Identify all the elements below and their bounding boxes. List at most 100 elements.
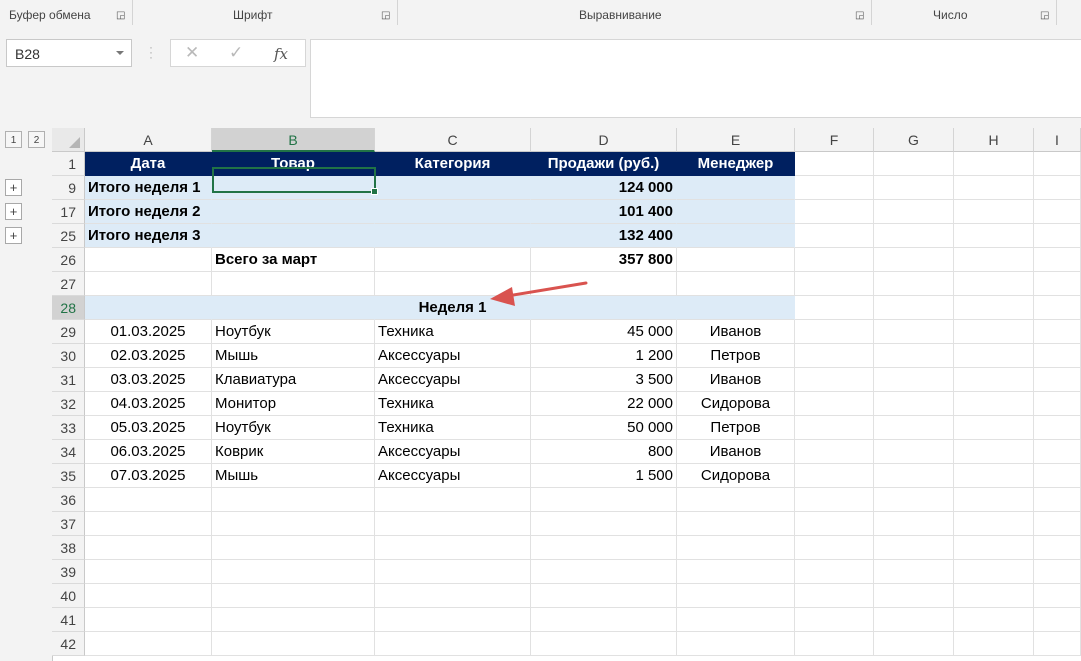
cell-h40[interactable] — [954, 584, 1034, 608]
cell-a27[interactable] — [85, 272, 212, 296]
cell-c30[interactable]: Аксессуары — [375, 344, 531, 368]
cell-i17[interactable] — [1034, 200, 1081, 224]
cell-h30[interactable] — [954, 344, 1034, 368]
drag-handle-icon[interactable]: · · · — [149, 41, 153, 63]
row-header[interactable]: 34 — [52, 440, 85, 464]
cell-a42[interactable] — [85, 632, 212, 656]
cell-d42[interactable] — [531, 632, 677, 656]
cell-d28[interactable] — [531, 296, 677, 320]
row-header[interactable]: 30 — [52, 344, 85, 368]
cell-g1[interactable] — [874, 152, 954, 176]
cell-a28[interactable] — [85, 296, 212, 320]
cell-e32[interactable]: Сидорова — [677, 392, 795, 416]
cell-f1[interactable] — [795, 152, 874, 176]
active-cell-selection[interactable] — [212, 167, 378, 195]
cell-c41[interactable] — [375, 608, 531, 632]
cell-d40[interactable] — [531, 584, 677, 608]
cell-d27[interactable] — [531, 272, 677, 296]
fill-handle[interactable] — [371, 188, 378, 195]
cell-b36[interactable] — [212, 488, 375, 512]
cell-b32[interactable]: Монитор — [212, 392, 375, 416]
name-box-dropdown-icon[interactable] — [116, 51, 124, 55]
cell-i39[interactable] — [1034, 560, 1081, 584]
cell-g41[interactable] — [874, 608, 954, 632]
cell-b35[interactable]: Мышь — [212, 464, 375, 488]
enter-icon[interactable]: ✓ — [229, 43, 243, 63]
cell-i32[interactable] — [1034, 392, 1081, 416]
column-header-c[interactable]: C — [375, 128, 531, 152]
cell-g39[interactable] — [874, 560, 954, 584]
cell-i1[interactable] — [1034, 152, 1081, 176]
cell-g31[interactable] — [874, 368, 954, 392]
row-header[interactable]: 40 — [52, 584, 85, 608]
cell-g36[interactable] — [874, 488, 954, 512]
cell-i35[interactable] — [1034, 464, 1081, 488]
cell-c42[interactable] — [375, 632, 531, 656]
expand-group-icon[interactable]: + — [5, 203, 22, 220]
cell-a39[interactable] — [85, 560, 212, 584]
cell-b30[interactable]: Мышь — [212, 344, 375, 368]
cell-i25[interactable] — [1034, 224, 1081, 248]
cell-b25[interactable] — [212, 224, 375, 248]
cell-c31[interactable]: Аксессуары — [375, 368, 531, 392]
cell-i38[interactable] — [1034, 536, 1081, 560]
cell-i30[interactable] — [1034, 344, 1081, 368]
cancel-icon[interactable]: ✕ — [185, 43, 199, 63]
row-header[interactable]: 27 — [52, 272, 85, 296]
cell-h42[interactable] — [954, 632, 1034, 656]
column-header-a[interactable]: A — [85, 128, 212, 152]
cell-b29[interactable]: Ноутбук — [212, 320, 375, 344]
outline-level-1-button[interactable]: 1 — [5, 131, 22, 148]
cell-b27[interactable] — [212, 272, 375, 296]
column-header-h[interactable]: H — [954, 128, 1034, 152]
cell-b37[interactable] — [212, 512, 375, 536]
cell-e28[interactable] — [677, 296, 795, 320]
cell-g34[interactable] — [874, 440, 954, 464]
cell-f31[interactable] — [795, 368, 874, 392]
cell-f39[interactable] — [795, 560, 874, 584]
row-header[interactable]: 28 — [52, 296, 85, 320]
cell-c28[interactable]: Неделя 1 — [375, 296, 531, 320]
cell-h9[interactable] — [954, 176, 1034, 200]
cell-h37[interactable] — [954, 512, 1034, 536]
cell-b41[interactable] — [212, 608, 375, 632]
cell-g35[interactable] — [874, 464, 954, 488]
column-header-e[interactable]: E — [677, 128, 795, 152]
insert-function-icon[interactable]: fx — [274, 45, 288, 63]
row-header[interactable]: 39 — [52, 560, 85, 584]
cell-d26[interactable]: 357 800 — [531, 248, 677, 272]
cell-f35[interactable] — [795, 464, 874, 488]
cell-e35[interactable]: Сидорова — [677, 464, 795, 488]
cell-h1[interactable] — [954, 152, 1034, 176]
cell-e37[interactable] — [677, 512, 795, 536]
cell-e40[interactable] — [677, 584, 795, 608]
cell-b17[interactable] — [212, 200, 375, 224]
cell-i28[interactable] — [1034, 296, 1081, 320]
cell-i27[interactable] — [1034, 272, 1081, 296]
cell-i37[interactable] — [1034, 512, 1081, 536]
cell-g33[interactable] — [874, 416, 954, 440]
cell-c1[interactable]: Категория — [375, 152, 531, 176]
cell-b39[interactable] — [212, 560, 375, 584]
cell-f33[interactable] — [795, 416, 874, 440]
cell-c38[interactable] — [375, 536, 531, 560]
cell-e29[interactable]: Иванов — [677, 320, 795, 344]
row-header[interactable]: 26 — [52, 248, 85, 272]
cell-a34[interactable]: 06.03.2025 — [85, 440, 212, 464]
cell-c27[interactable] — [375, 272, 531, 296]
row-header[interactable]: 36 — [52, 488, 85, 512]
column-header-f[interactable]: F — [795, 128, 874, 152]
cell-d29[interactable]: 45 000 — [531, 320, 677, 344]
cell-e1[interactable]: Менеджер — [677, 152, 795, 176]
cell-g26[interactable] — [874, 248, 954, 272]
cell-e9[interactable] — [677, 176, 795, 200]
name-box[interactable]: B28 — [6, 39, 132, 67]
cell-e41[interactable] — [677, 608, 795, 632]
cell-g27[interactable] — [874, 272, 954, 296]
cell-a25[interactable]: Итого неделя 3 — [85, 224, 212, 248]
cell-c33[interactable]: Техника — [375, 416, 531, 440]
cell-f30[interactable] — [795, 344, 874, 368]
cell-d17[interactable]: 101 400 — [531, 200, 677, 224]
outline-level-2-button[interactable]: 2 — [28, 131, 45, 148]
cell-g42[interactable] — [874, 632, 954, 656]
